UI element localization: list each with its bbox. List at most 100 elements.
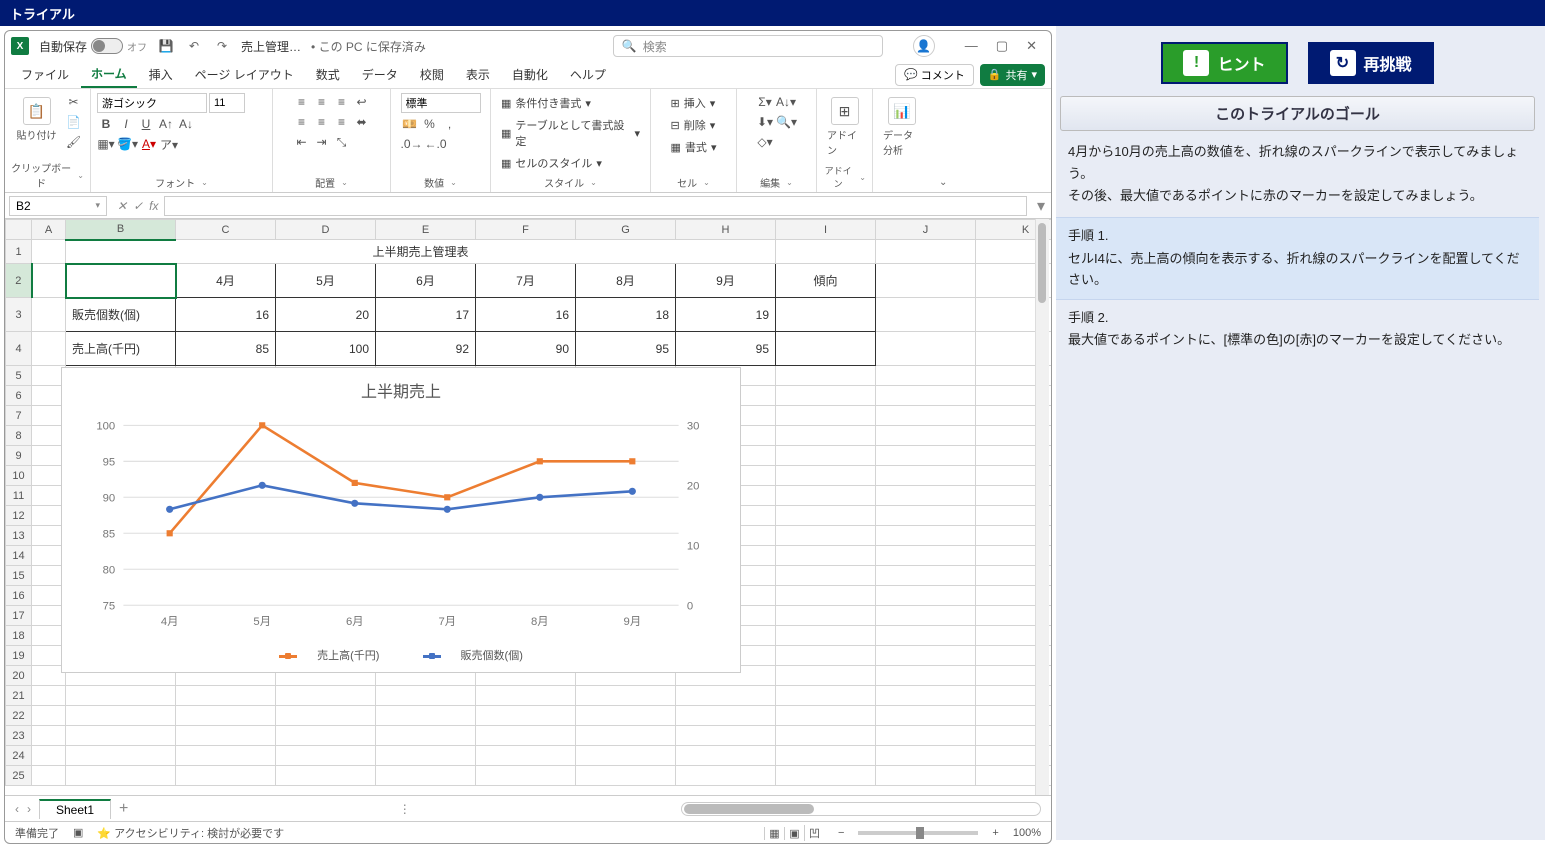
cell[interactable] xyxy=(66,746,176,766)
row-label[interactable]: 売上高(千円) xyxy=(66,332,176,366)
data-cell[interactable]: 16 xyxy=(176,298,276,332)
cell[interactable] xyxy=(776,726,876,746)
data-cell[interactable]: 20 xyxy=(276,298,376,332)
align-left-icon[interactable]: ≡ xyxy=(293,113,311,131)
data-cell[interactable]: 17 xyxy=(376,298,476,332)
selected-cell[interactable] xyxy=(66,264,176,298)
tab-review[interactable]: 校閲 xyxy=(410,62,454,87)
copy-icon[interactable]: 📄 xyxy=(65,113,83,131)
row-header[interactable]: 8 xyxy=(6,426,32,446)
align-center-icon[interactable]: ≡ xyxy=(313,113,331,131)
cell[interactable] xyxy=(876,426,976,446)
cell[interactable] xyxy=(776,466,876,486)
bold-icon[interactable]: B xyxy=(97,115,115,133)
sheet-tab[interactable]: Sheet1 xyxy=(39,799,111,819)
addins-button[interactable]: ⊞アドイン xyxy=(823,93,866,161)
worksheet-grid[interactable]: A B C D E F G H I J K 1上半期売上管理表24月5月6月7月… xyxy=(5,219,1051,795)
tab-home[interactable]: ホーム xyxy=(81,61,137,88)
cell[interactable] xyxy=(376,766,476,786)
cell[interactable] xyxy=(876,386,976,406)
step-2[interactable]: 手順 2. 最大値であるポイントに、[標準の色]の[赤]のマーカーを設定してくだ… xyxy=(1056,300,1539,360)
percent-icon[interactable]: % xyxy=(421,115,439,133)
tab-file[interactable]: ファイル xyxy=(11,62,79,87)
col-header[interactable]: J xyxy=(876,220,976,240)
font-size-select[interactable] xyxy=(209,93,245,113)
zoom-out-icon[interactable]: − xyxy=(838,827,844,839)
minimize-icon[interactable]: — xyxy=(965,38,978,54)
align-bottom-icon[interactable]: ≡ xyxy=(333,93,351,111)
cell[interactable] xyxy=(876,606,976,626)
align-top-icon[interactable]: ≡ xyxy=(293,93,311,111)
cell[interactable] xyxy=(276,706,376,726)
sheet-nav-next-icon[interactable]: › xyxy=(27,802,31,816)
cell[interactable] xyxy=(876,546,976,566)
cell[interactable] xyxy=(776,406,876,426)
cell[interactable] xyxy=(776,506,876,526)
close-icon[interactable]: ✕ xyxy=(1026,38,1037,54)
sort-filter-icon[interactable]: A↓▾ xyxy=(776,93,796,111)
paste-button[interactable]: 📋貼り付け xyxy=(13,93,61,146)
retry-button[interactable]: ↻再挑戦 xyxy=(1308,42,1434,84)
tab-data[interactable]: データ xyxy=(352,62,408,87)
borders-icon[interactable]: ▦▾ xyxy=(97,135,115,153)
cell[interactable] xyxy=(876,646,976,666)
cell[interactable] xyxy=(876,626,976,646)
analyze-data-button[interactable]: 📊データ分析 xyxy=(879,93,925,161)
step-1[interactable]: 手順 1. セルI4に、売上高の傾向を表示する、折れ線のスパークラインを配置して… xyxy=(1056,217,1539,299)
formula-input[interactable] xyxy=(164,196,1027,216)
row-header[interactable]: 9 xyxy=(6,446,32,466)
tab-help[interactable]: ヘルプ xyxy=(560,62,616,87)
cell[interactable] xyxy=(176,686,276,706)
view-mode-icons[interactable]: ▦▣凹 xyxy=(764,825,824,841)
cell[interactable] xyxy=(776,366,876,386)
cell-styles-button[interactable]: ▦ セルのスタイル ▾ xyxy=(497,153,606,173)
row-header[interactable]: 16 xyxy=(6,586,32,606)
clear-icon[interactable]: ◇▾ xyxy=(756,133,774,151)
zoom-level[interactable]: 100% xyxy=(1013,827,1041,839)
cell[interactable] xyxy=(776,566,876,586)
cell[interactable] xyxy=(376,686,476,706)
cell[interactable] xyxy=(576,686,676,706)
row-header[interactable]: 22 xyxy=(6,706,32,726)
enter-formula-icon[interactable]: ✓ xyxy=(133,199,143,213)
cell[interactable] xyxy=(776,686,876,706)
cell[interactable] xyxy=(476,766,576,786)
cell[interactable] xyxy=(776,646,876,666)
cell[interactable] xyxy=(32,726,66,746)
share-button[interactable]: 🔒 共有 ▾ xyxy=(980,64,1045,86)
horizontal-scrollbar[interactable] xyxy=(681,802,1041,816)
row-header[interactable]: 7 xyxy=(6,406,32,426)
sheet-nav-prev-icon[interactable]: ‹ xyxy=(15,802,19,816)
cell[interactable] xyxy=(676,766,776,786)
cell[interactable] xyxy=(66,686,176,706)
row-header[interactable]: 20 xyxy=(6,666,32,686)
toggle-off-icon[interactable] xyxy=(91,38,123,54)
tab-page-layout[interactable]: ページ レイアウト xyxy=(185,62,304,87)
cell[interactable] xyxy=(876,706,976,726)
fx-icon[interactable]: fx xyxy=(149,199,158,213)
col-header[interactable]: I xyxy=(776,220,876,240)
zoom-in-icon[interactable]: + xyxy=(992,827,998,839)
cell[interactable] xyxy=(276,766,376,786)
search-input[interactable]: 🔍 検索 xyxy=(613,35,883,57)
cell[interactable] xyxy=(476,706,576,726)
redo-icon[interactable]: ↷ xyxy=(213,37,231,55)
tab-formulas[interactable]: 数式 xyxy=(306,62,350,87)
cell[interactable] xyxy=(876,746,976,766)
decrease-font-icon[interactable]: A↓ xyxy=(177,115,195,133)
cell[interactable] xyxy=(676,746,776,766)
macro-record-icon[interactable]: ▣ xyxy=(73,826,83,839)
currency-icon[interactable]: 💴 xyxy=(401,115,419,133)
font-name-select[interactable] xyxy=(97,93,207,113)
format-as-table-button[interactable]: ▦ テーブルとして書式設定 ▾ xyxy=(497,115,644,151)
cancel-formula-icon[interactable]: ✕ xyxy=(117,199,127,213)
cell[interactable] xyxy=(876,466,976,486)
cell[interactable] xyxy=(576,726,676,746)
cell[interactable] xyxy=(876,666,976,686)
fill-color-icon[interactable]: 🪣▾ xyxy=(117,135,138,153)
dec-decimal-icon[interactable]: ←.0 xyxy=(425,135,447,153)
embedded-chart[interactable]: 上半期売上 758085909510001020304月5月6月7月8月9月 売… xyxy=(61,367,741,673)
indent-dec-icon[interactable]: ⇤ xyxy=(293,133,311,151)
fill-icon[interactable]: ⬇▾ xyxy=(756,113,774,131)
col-header[interactable]: B xyxy=(66,220,176,240)
